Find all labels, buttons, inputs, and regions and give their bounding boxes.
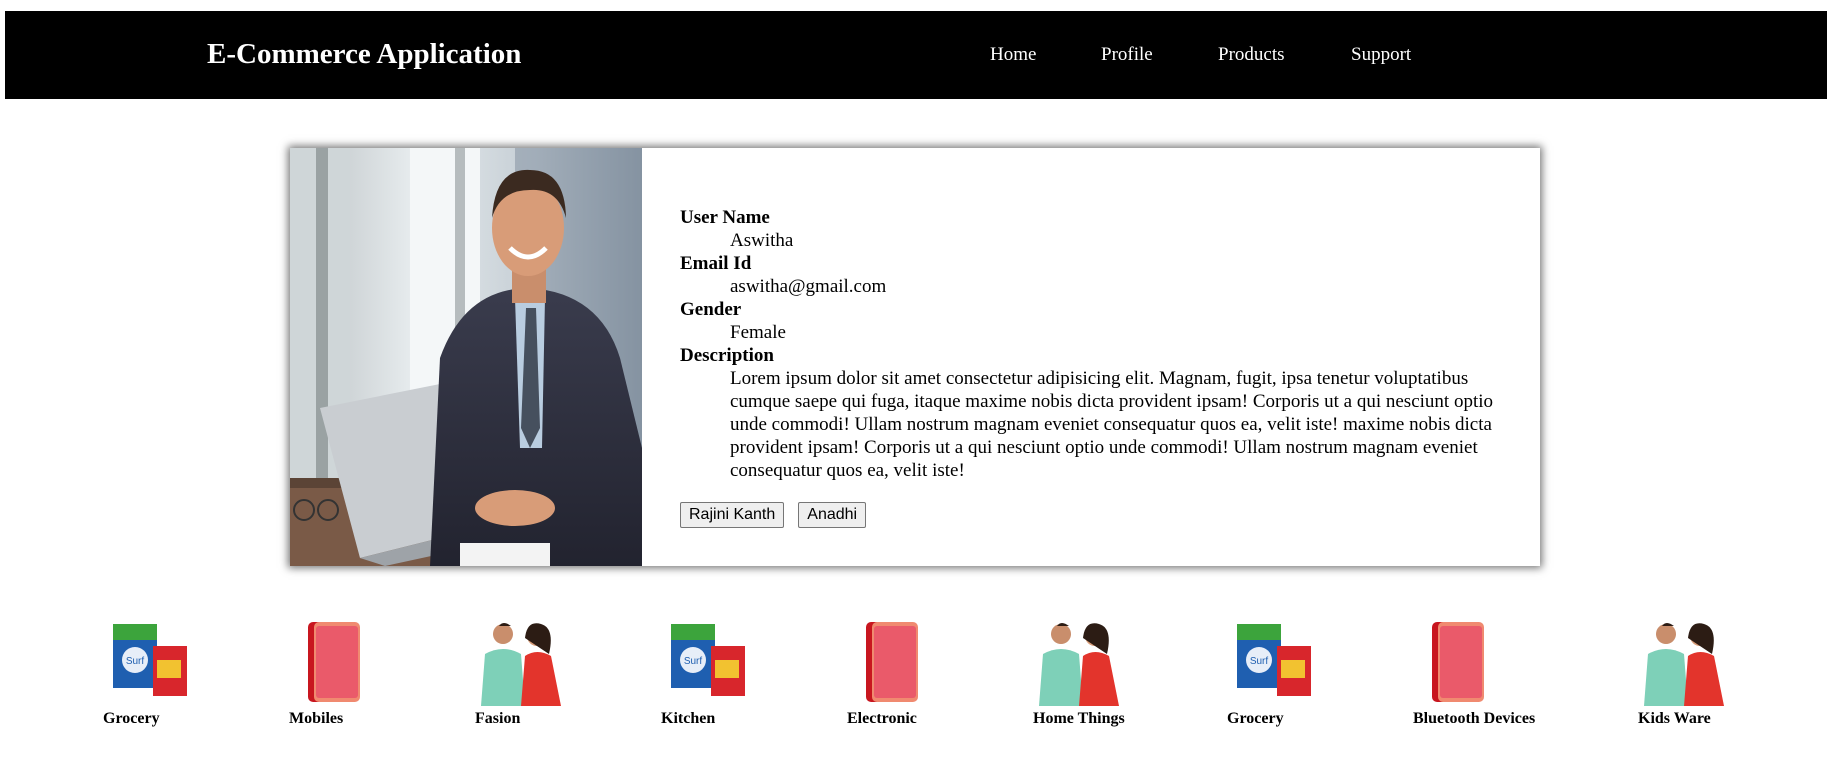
nav-products[interactable]: Products	[1218, 44, 1285, 66]
nav-support[interactable]: Support	[1351, 44, 1411, 66]
nav-profile[interactable]: Profile	[1101, 44, 1153, 66]
nav-home[interactable]: Home	[990, 44, 1036, 66]
email-value: aswitha@gmail.com	[730, 276, 887, 297]
svg-text:Surf: Surf	[684, 656, 703, 667]
email-label: Email Id	[680, 253, 752, 274]
mobile-phone-icon	[1432, 622, 1484, 702]
category-label: Kids Ware	[1638, 710, 1711, 727]
category-label: Home Things	[1033, 710, 1125, 727]
anadhi-button[interactable]: Anadhi	[798, 502, 867, 528]
grocery-pack-icon: Surf	[113, 624, 187, 696]
category-label: Electronic	[847, 710, 917, 727]
fashion-couple-icon	[481, 623, 561, 706]
category-label: Grocery	[1227, 710, 1284, 727]
description-value: Lorem ipsum dolor sit amet consectetur a…	[730, 368, 1493, 481]
rajini-kanth-button[interactable]: Rajini Kanth	[680, 502, 785, 528]
gender-value: Female	[730, 322, 786, 343]
svg-text:Surf: Surf	[1250, 656, 1269, 667]
grocery-pack-icon: Surf	[671, 624, 745, 696]
top-navbar: E-Commerce Application Home Profile Prod…	[5, 11, 1827, 99]
description-label: Description	[680, 345, 774, 366]
fashion-couple-icon	[1644, 623, 1724, 706]
mobile-phone-icon	[866, 622, 918, 702]
fashion-couple-icon	[1039, 623, 1119, 706]
category-label: Grocery	[103, 710, 160, 727]
profile-card: User Name Aswitha Email Id aswitha@gmail…	[290, 148, 1540, 566]
profile-photo	[290, 148, 642, 566]
svg-text:Surf: Surf	[126, 656, 145, 667]
gender-label: Gender	[680, 299, 742, 320]
category-label: Mobiles	[289, 710, 344, 727]
category-label: Fasion	[475, 710, 521, 727]
brand-title[interactable]: E-Commerce Application	[207, 38, 521, 71]
username-label: User Name	[680, 207, 770, 228]
grocery-pack-icon: Surf	[1237, 624, 1311, 696]
category-label: Kitchen	[661, 710, 716, 727]
profile-actions: Rajini Kanth Anadhi	[680, 502, 1500, 528]
category-label: Bluetooth Devices	[1413, 710, 1536, 727]
profile-details: User Name Aswitha Email Id aswitha@gmail…	[680, 206, 1500, 528]
mobile-phone-icon	[308, 622, 360, 702]
username-value: Aswitha	[730, 230, 794, 251]
